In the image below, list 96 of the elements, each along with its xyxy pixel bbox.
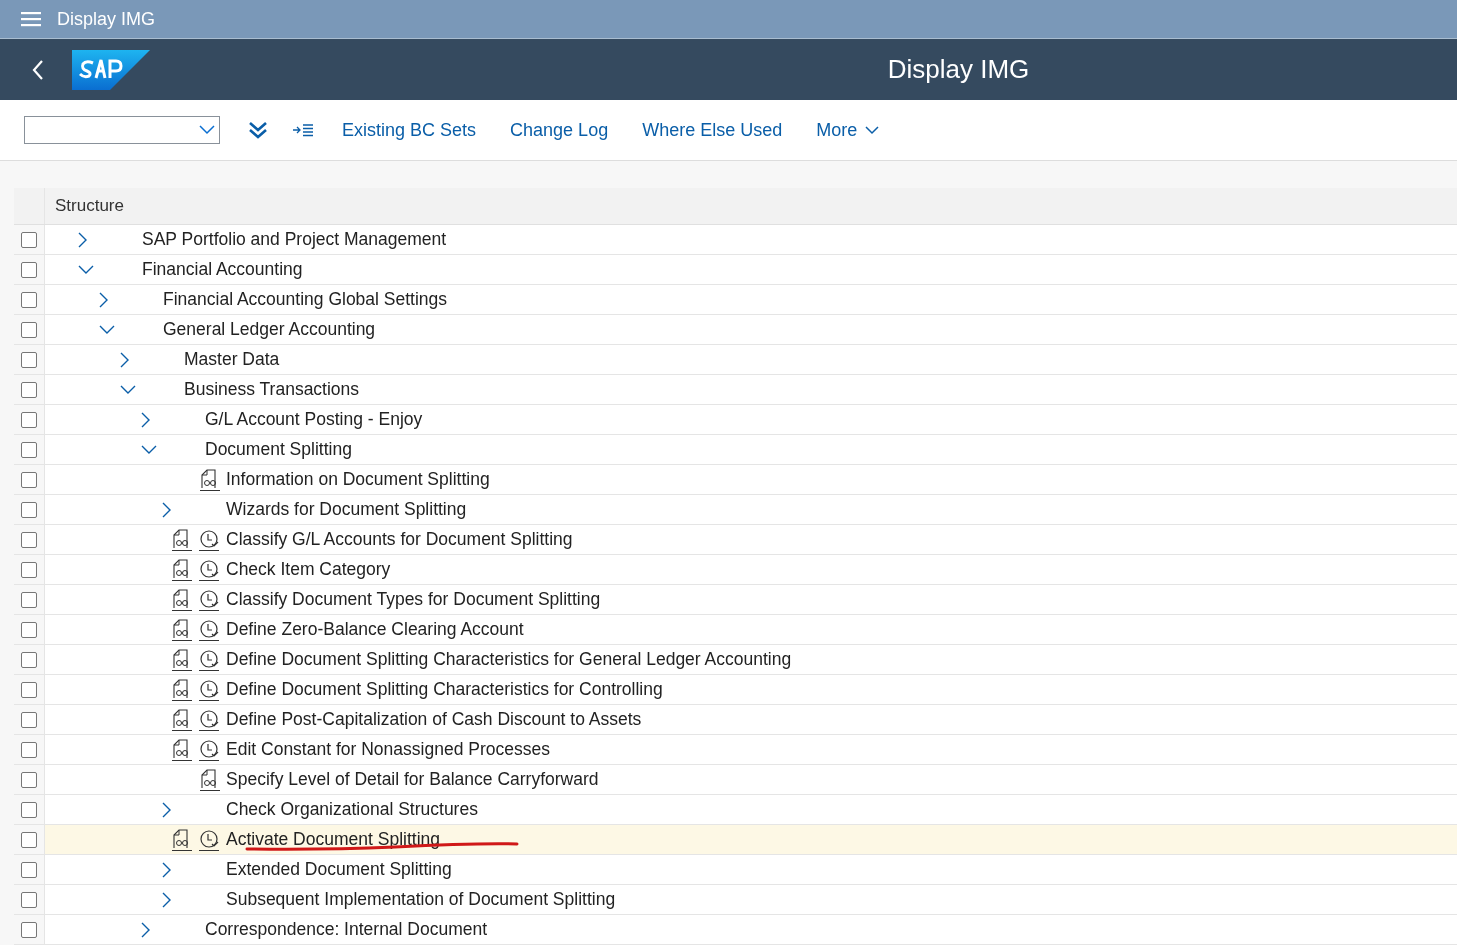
tree-item-label: Define Zero-Balance Clearing Account [226,619,524,640]
tree-item-label: Master Data [184,349,280,370]
toolbar-button[interactable]: Change Log [504,113,615,147]
chevron-right-icon[interactable] [99,291,109,308]
column-header: Structure [45,188,1457,224]
tree-item-label: Specify Level of Detail for Balance Carryforward [226,769,599,790]
row-checkbox[interactable] [21,711,37,728]
document-glasses-icon[interactable] [200,468,220,491]
document-glasses-icon[interactable] [172,618,192,641]
row-checkbox[interactable] [21,261,37,278]
page-title: Display IMG [886,54,1031,85]
logo-icon [72,49,150,90]
tree-item-label: Define Document Splitting Characteristics for General Ledger Accounting [226,649,792,670]
tree-item-label: Check Organizational Structures [226,799,478,820]
tree-item-label: Correspondence: Internal Document [205,919,488,940]
tree-item-label: Define Document Splitting Characteristics for Controlling [226,679,663,700]
toolbar-button[interactable]: Existing BC Sets [336,113,483,147]
expand-all-icon[interactable] [248,120,268,140]
chevron-right-icon[interactable] [162,861,172,878]
chevron-down-icon[interactable] [99,324,115,335]
tree-item-label: Classify Document Types for Document Splitting [226,589,601,610]
clock-icon[interactable] [198,738,220,761]
row-checkbox[interactable] [21,801,37,818]
row-checkbox[interactable] [21,741,37,758]
tree-item-label: Document Splitting [205,439,352,460]
row-checkbox[interactable] [21,591,37,608]
variant-dropdown[interactable] [24,116,220,144]
row-checkbox[interactable] [21,351,37,368]
row-checkbox[interactable] [21,291,37,308]
caret-icon [199,125,215,135]
tree-item-label: Define Post-Capitalization of Cash Discount to Assets [226,709,642,730]
row-checkbox[interactable] [21,411,37,428]
tree-item-label: General Ledger Accounting [163,319,376,340]
more-button[interactable]: More [810,113,886,147]
tree-item-label: G/L Account Posting - Enjoy [205,409,423,430]
row-checkbox[interactable] [21,651,37,668]
toolbar-button[interactable]: Where Else Used [636,113,789,147]
tree-item-label: Business Transactions [184,379,360,400]
row-checkbox[interactable] [21,561,37,578]
chevron-right-icon[interactable] [162,801,172,818]
row-checkbox[interactable] [21,441,37,458]
tree-item-label: SAP Portfolio and Project Management [142,229,447,250]
chevron-right-icon[interactable] [141,411,151,428]
chevron-down-icon[interactable] [120,384,136,395]
row-checkbox[interactable] [21,771,37,788]
document-glasses-icon[interactable] [172,588,192,611]
back-icon[interactable] [32,58,44,81]
tree-item-label: Classify G/L Accounts for Document Splitting [226,529,573,550]
clock-icon[interactable] [198,828,220,851]
row-checkbox[interactable] [21,861,37,878]
tree-item-label: Extended Document Splitting [226,859,452,880]
row-checkbox[interactable] [21,231,37,248]
tree-item-label: Financial Accounting [142,259,303,280]
chevron-down-icon[interactable] [78,264,94,275]
clock-icon[interactable] [198,528,220,551]
tree-item-label: Edit Constant for Nonassigned Processes [226,739,550,760]
document-glasses-icon[interactable] [172,738,192,761]
clock-icon[interactable] [198,558,220,581]
row-checkbox[interactable] [21,831,37,848]
chevron-right-icon[interactable] [141,921,151,938]
row-checkbox[interactable] [21,621,37,638]
document-glasses-icon[interactable] [172,828,192,851]
menu-icon[interactable] [21,11,41,27]
row-checkbox[interactable] [21,681,37,698]
clock-icon[interactable] [198,678,220,701]
row-checkbox[interactable] [21,921,37,938]
row-checkbox[interactable] [21,531,37,548]
row-checkbox[interactable] [21,891,37,908]
tree-item-label: Financial Accounting Global Settings [163,289,448,310]
app-title: Display IMG [57,8,155,30]
document-glasses-icon[interactable] [172,708,192,731]
chevron-down-icon[interactable] [141,444,157,455]
clock-icon[interactable] [198,588,220,611]
row-checkbox[interactable] [21,471,37,488]
tree-item-label: Subsequent Implementation of Document Splitting [226,889,616,910]
document-glasses-icon[interactable] [200,768,220,791]
tree-item-label: Check Item Category [226,559,391,580]
chevron-right-icon[interactable] [162,891,172,908]
document-glasses-icon[interactable] [172,678,192,701]
chevron-right-icon[interactable] [162,501,172,518]
tree-item-label: Activate Document Splitting [226,829,440,850]
document-glasses-icon[interactable] [172,528,192,551]
chevron-right-icon[interactable] [78,231,88,248]
document-glasses-icon[interactable] [172,648,192,671]
chevron-right-icon[interactable] [120,351,130,368]
caret-icon [865,125,880,135]
row-checkbox[interactable] [21,381,37,398]
clock-icon[interactable] [198,618,220,641]
indent-list-icon[interactable] [292,123,314,137]
tree-item-label: Wizards for Document Splitting [226,499,467,520]
row-checkbox[interactable] [21,321,37,338]
clock-icon[interactable] [198,708,220,731]
row-checkbox[interactable] [21,501,37,518]
tree-item-label: Information on Document Splitting [226,469,490,490]
document-glasses-icon[interactable] [172,558,192,581]
clock-icon[interactable] [198,648,220,671]
